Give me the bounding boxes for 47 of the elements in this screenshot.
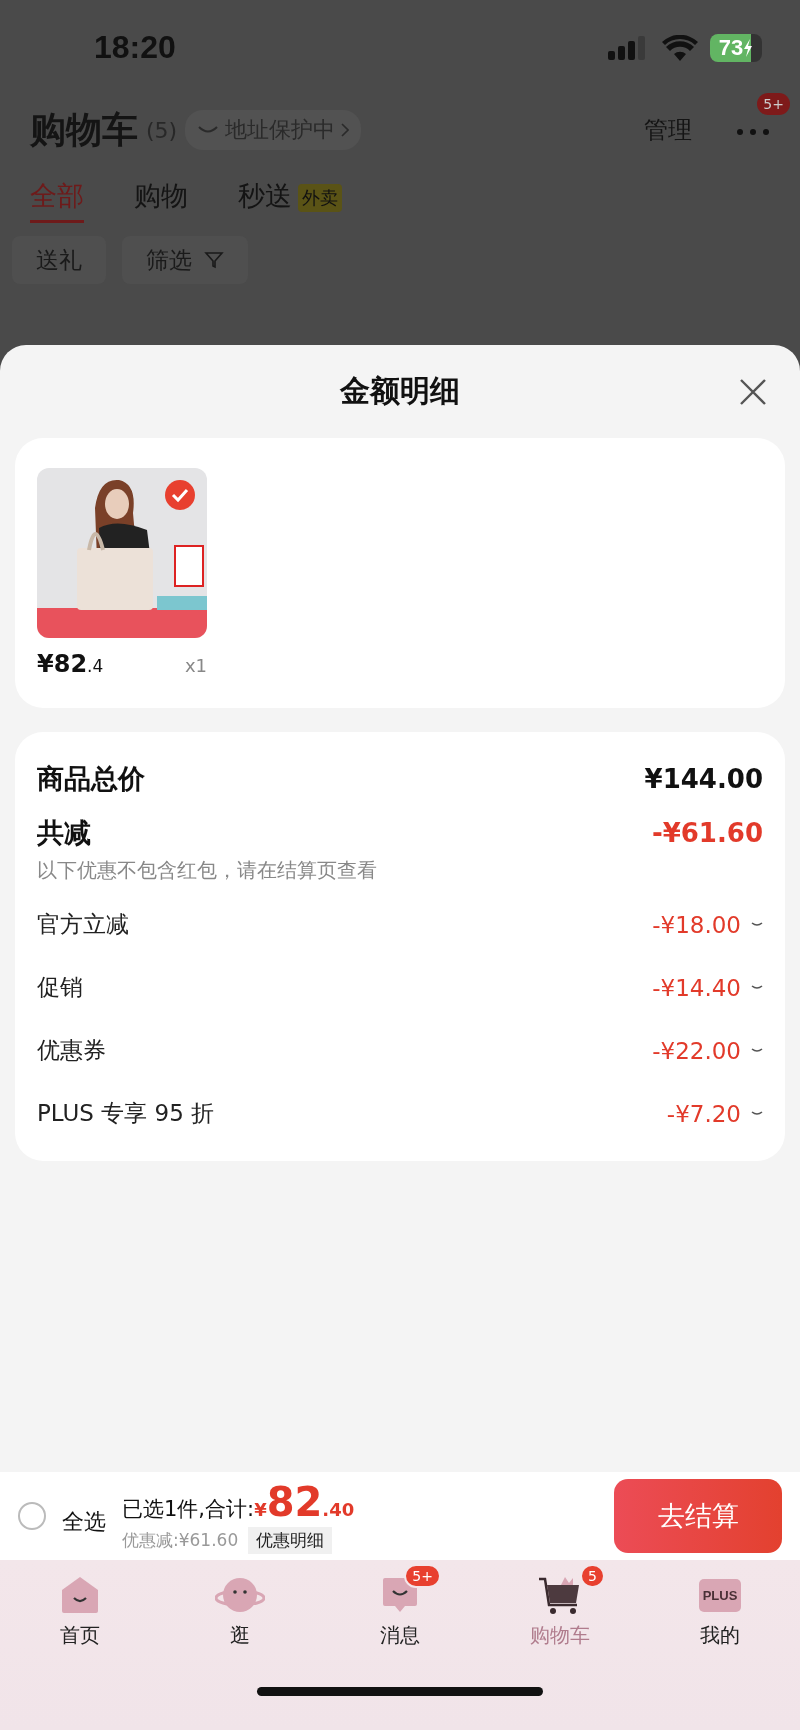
select-all-radio[interactable] (18, 1502, 46, 1530)
summary-label: 优惠券 (37, 1036, 107, 1065)
checkmark-icon[interactable] (165, 480, 195, 510)
product-price: ¥82.4 (37, 650, 104, 678)
summary-label: 官方立减 (37, 910, 130, 939)
tab-bar-item[interactable]: 5+ 消息 (320, 1560, 480, 1653)
charging-icon (743, 38, 754, 57)
summary-label: 促销 (37, 973, 84, 1002)
planet-icon (215, 1576, 265, 1614)
summary-amount: -¥7.20 (666, 1100, 741, 1127)
sheet-title: 金额明细 (340, 372, 460, 410)
chevron-right-icon (341, 123, 350, 137)
selected-summary: 已选1件,合计: (122, 1495, 255, 1523)
checkout-button[interactable]: 去结算 (614, 1479, 782, 1553)
summary-amount: ¥144.00 (644, 764, 763, 794)
filter-icon (204, 250, 224, 270)
notification-badge: 5 (580, 1564, 605, 1588)
status-time: 18:20 (94, 29, 176, 66)
summary-label: 共减 (37, 816, 92, 850)
discount-detail-button[interactable]: 优惠明细 (248, 1526, 333, 1554)
close-icon[interactable] (738, 377, 768, 407)
tab-bar-item[interactable]: 5 购物车 (480, 1560, 640, 1653)
chevron-down-icon[interactable] (751, 920, 763, 929)
summary-label: PLUS 专享 95 折 (37, 1099, 216, 1128)
summary-amount: -¥18.00 (652, 911, 741, 938)
wifi-icon (662, 34, 698, 61)
notification-badge: 5+ (757, 92, 790, 115)
summary-amount: -¥14.40 (652, 974, 741, 1001)
house-icon (60, 1576, 100, 1614)
summary-note: 以下优惠不包含红包，请在结算页查看 (37, 857, 378, 884)
notification-badge: 5+ (404, 1564, 441, 1588)
battery-indicator: 73 (710, 33, 762, 62)
chevron-down-icon[interactable] (751, 1109, 763, 1118)
product-quantity: x1 (184, 655, 207, 676)
tab-bar-item[interactable]: 首页 (0, 1560, 160, 1653)
tab-bar-item[interactable]: 逛 (160, 1560, 320, 1653)
plus-membership-icon: PLUS (698, 1578, 742, 1612)
chevron-down-icon[interactable] (751, 1046, 763, 1055)
tab-bar-item[interactable]: PLUS 我的 (640, 1560, 800, 1653)
summary-amount: -¥22.00 (652, 1037, 741, 1064)
discount-summary: 优惠减:¥61.60 (122, 1528, 239, 1552)
total-price: ¥82.40 (254, 1478, 355, 1525)
tab-tag: 外卖 (298, 183, 342, 212)
summary-amount: -¥61.60 (651, 818, 763, 848)
summary-label: 商品总价 (37, 762, 146, 796)
chevron-down-icon[interactable] (751, 983, 763, 992)
select-all-label: 全选 (62, 1508, 106, 1536)
